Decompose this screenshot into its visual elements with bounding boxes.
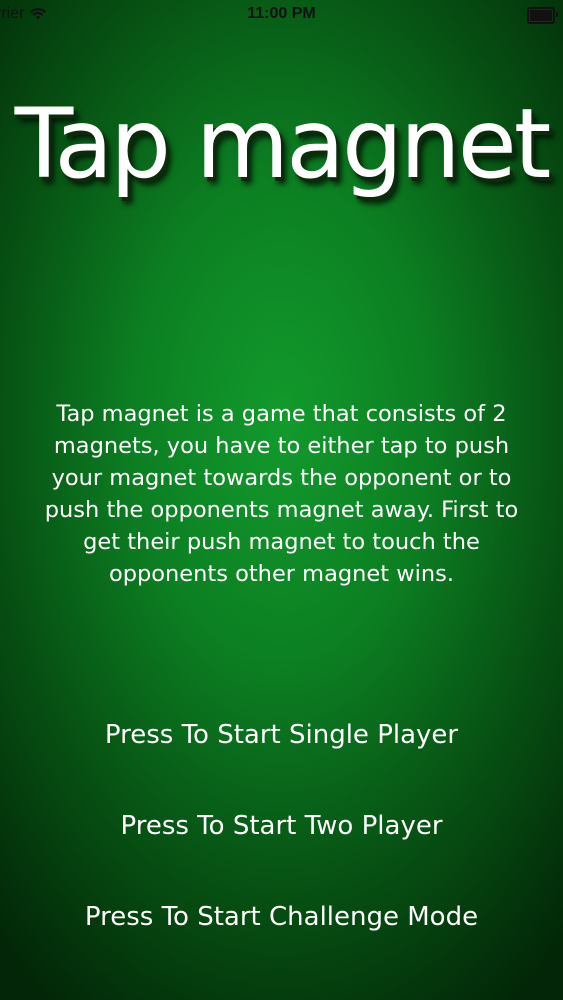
battery-icon	[527, 7, 558, 24]
start-challenge-mode-button[interactable]: Press To Start Challenge Mode	[0, 902, 563, 932]
battery-fill	[530, 10, 552, 21]
status-time: 11:00 PM	[247, 5, 316, 22]
game-title: Tap magnet	[14, 88, 552, 200]
game-description: Tap magnet is a game that consists of 2 …	[44, 401, 519, 587]
status-bar: rrier 11:00 PM	[0, 0, 563, 30]
start-single-player-button[interactable]: Press To Start Single Player	[0, 720, 563, 750]
start-two-player-button[interactable]: Press To Start Two Player	[0, 811, 563, 841]
